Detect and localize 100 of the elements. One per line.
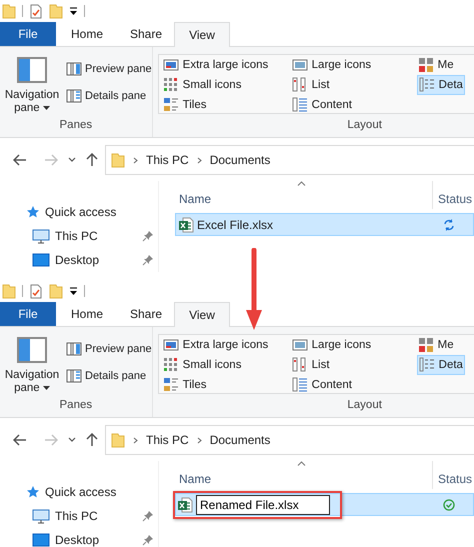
chevron-right-icon: [133, 436, 138, 444]
preview-pane-icon: [66, 342, 82, 356]
file-row[interactable]: Renamed File.xlsx: [175, 493, 474, 516]
ribbon-tab[interactable]: Share: [118, 22, 174, 46]
column-header[interactable]: Status: [432, 181, 474, 209]
layout-option[interactable]: Content: [290, 95, 353, 115]
monitor-icon: [32, 228, 50, 244]
navigation-pane-button[interactable]: Navigation pane: [0, 54, 64, 119]
address-bar[interactable]: This PC Documents: [105, 145, 474, 175]
breadcrumb[interactable]: This PC: [146, 153, 189, 167]
column-header[interactable]: Name: [175, 181, 432, 209]
chevron-right-icon: [133, 156, 138, 164]
file-row[interactable]: Excel File.xlsx: [175, 213, 474, 236]
rename-field[interactable]: Renamed File.xlsx: [196, 494, 330, 514]
layout-option[interactable]: Content: [290, 375, 353, 395]
document-check-icon[interactable]: [29, 284, 43, 298]
caret-icon: [42, 386, 50, 390]
grid-icon: [418, 337, 434, 353]
layout-option[interactable]: List: [290, 75, 331, 95]
file-name[interactable]: Excel File.xlsx: [197, 218, 274, 232]
group-label: Layout: [346, 399, 383, 413]
star-icon: [26, 485, 40, 499]
details-icon: [418, 357, 435, 373]
picture-icon: [292, 57, 308, 73]
navigation-pane-button[interactable]: Navigation pane: [0, 334, 64, 399]
chevron-down-icon[interactable]: [68, 437, 76, 443]
excel-file-icon: [178, 216, 194, 232]
document-check-icon[interactable]: [29, 4, 43, 18]
star-icon: [26, 205, 40, 219]
details-pane-icon: [66, 369, 82, 383]
up-arrow-icon[interactable]: [86, 153, 98, 167]
list-icon: [292, 77, 308, 93]
navigation-pane-icon: [17, 57, 47, 83]
back-arrow-icon[interactable]: [13, 434, 27, 446]
group-label: Panes: [60, 399, 92, 413]
pane-button[interactable]: Details pane: [66, 369, 152, 383]
preview-pane-icon: [66, 62, 82, 76]
picture-icon: [162, 57, 179, 73]
details-pane-icon: [66, 89, 82, 103]
folder-icon: [111, 152, 125, 168]
caret-icon: [42, 106, 50, 110]
monitor-icon: [32, 508, 50, 524]
address-bar[interactable]: This PC Documents: [105, 425, 474, 455]
picture-icon: [162, 337, 179, 353]
back-arrow-icon[interactable]: [13, 154, 27, 166]
layout-option[interactable]: Extra large icons: [162, 55, 270, 75]
desktop-icon: [32, 253, 50, 267]
navigation-pane-icon: [17, 337, 47, 363]
pane-button[interactable]: Preview pane: [66, 342, 152, 356]
grid-icon: [162, 357, 179, 373]
ribbon-tab[interactable]: Share: [118, 302, 174, 326]
content-icon: [292, 377, 308, 393]
sidebar-item[interactable]: Quick access: [45, 205, 154, 219]
sort-caret-icon: [297, 181, 306, 186]
breadcrumb[interactable]: Documents: [210, 153, 270, 167]
pane-button[interactable]: Details pane: [66, 89, 152, 103]
chevron-down-icon[interactable]: [68, 157, 76, 163]
tiles-icon: [162, 97, 179, 113]
group-label: Panes: [60, 119, 92, 133]
layout-option[interactable]: Deta: [416, 75, 465, 95]
sidebar-item[interactable]: This PC: [55, 229, 137, 243]
pane-button[interactable]: Preview pane: [66, 62, 152, 76]
dropdown-icon[interactable]: [69, 286, 78, 296]
layout-option[interactable]: Me: [416, 335, 455, 355]
tiles-icon: [162, 377, 179, 393]
sidebar-item[interactable]: Quick access: [45, 485, 154, 499]
chevron-right-icon: [196, 156, 202, 164]
layout-option[interactable]: Small icons: [162, 75, 242, 95]
dropdown-icon[interactable]: [69, 6, 78, 16]
layout-option[interactable]: Me: [416, 55, 455, 75]
ribbon-tab[interactable]: File: [0, 302, 56, 326]
excel-file-icon: [177, 496, 193, 512]
layout-option[interactable]: Tiles: [162, 95, 208, 115]
chevron-right-icon: [196, 436, 202, 444]
ribbon-tab[interactable]: Home: [56, 22, 118, 46]
ribbon-tab[interactable]: File: [0, 22, 56, 46]
layout-option[interactable]: Small icons: [162, 355, 242, 375]
layout-option[interactable]: Tiles: [162, 375, 208, 395]
picture-icon: [292, 337, 308, 353]
content-icon: [292, 97, 308, 113]
layout-option[interactable]: Large icons: [290, 55, 372, 75]
column-header[interactable]: Name: [175, 461, 432, 489]
layout-option[interactable]: Large icons: [290, 335, 372, 355]
details-icon: [418, 77, 435, 93]
ribbon-tab[interactable]: View: [174, 22, 230, 47]
sidebar-item[interactable]: This PC: [55, 509, 137, 523]
breadcrumb[interactable]: Documents: [210, 433, 270, 447]
sidebar-item[interactable]: Desktop: [55, 533, 137, 547]
ribbon-tab[interactable]: Home: [56, 302, 118, 326]
layout-option[interactable]: Extra large icons: [162, 335, 270, 355]
layout-option[interactable]: List: [290, 355, 331, 375]
layout-option[interactable]: Deta: [416, 355, 465, 375]
ribbon-tab[interactable]: View: [174, 302, 230, 327]
sort-caret-icon: [297, 461, 306, 466]
sidebar-item[interactable]: Desktop: [55, 253, 137, 267]
group-label: Layout: [346, 119, 383, 133]
breadcrumb[interactable]: This PC: [146, 433, 189, 447]
up-arrow-icon[interactable]: [86, 433, 98, 447]
column-header[interactable]: Status: [432, 461, 474, 489]
desktop-icon: [32, 533, 50, 547]
